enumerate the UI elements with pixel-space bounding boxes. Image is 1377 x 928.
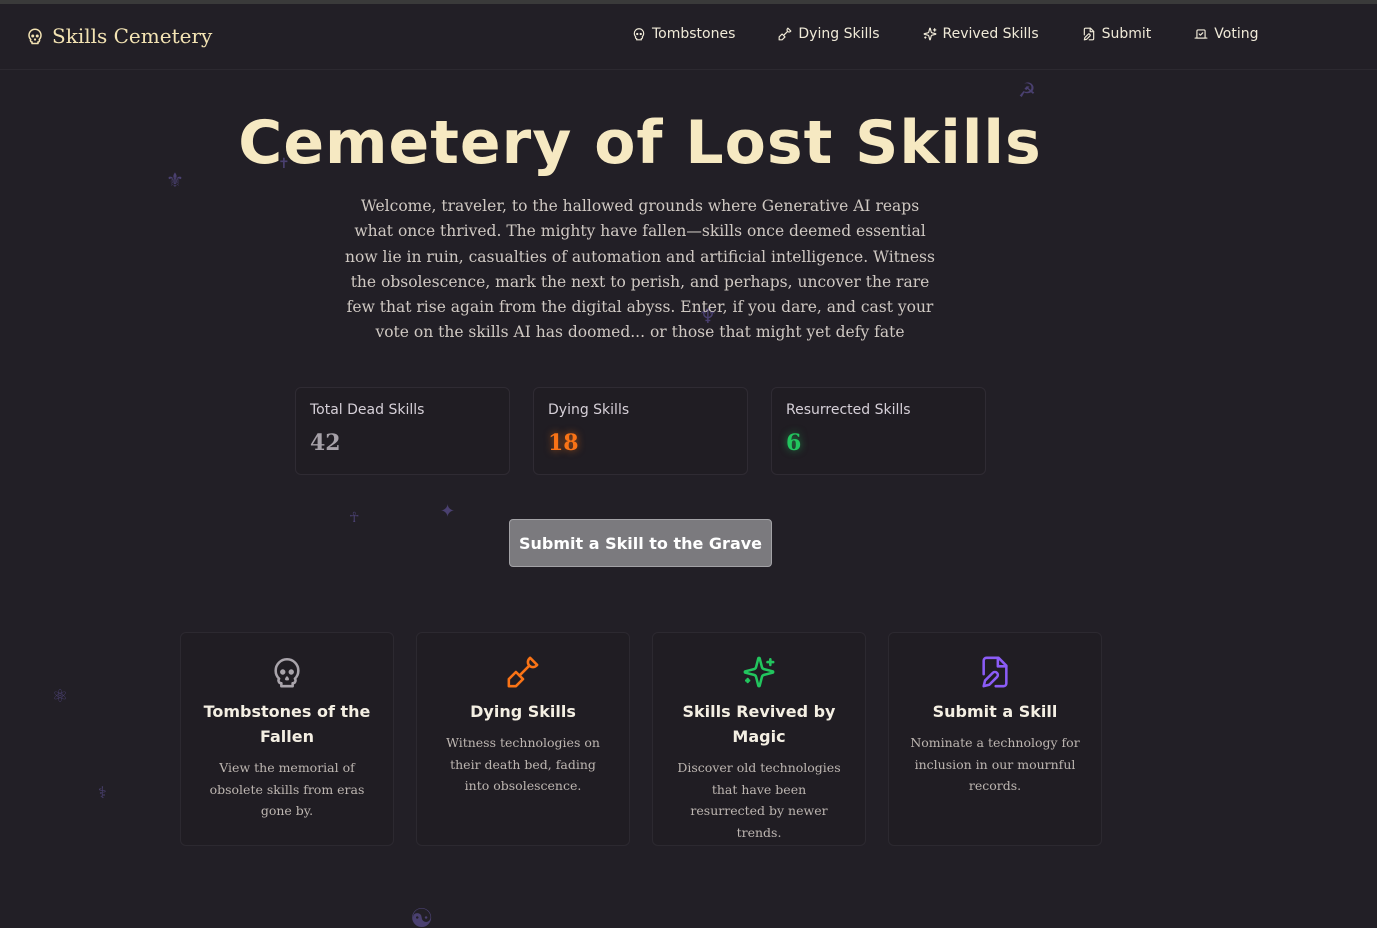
feature-title: Dying Skills (470, 702, 576, 721)
stat-label: Total Dead Skills (310, 402, 425, 418)
feature-desc: Witness technologies on their death bed,… (446, 735, 600, 793)
nav-label: Tombstones (652, 26, 736, 42)
ballot-icon (1194, 29, 1208, 39)
feature-card-dying-skills[interactable]: Dying Skills Witness technologies on the… (416, 632, 630, 846)
nav-item-tombstones[interactable]: Tombstones (632, 26, 735, 42)
stat-value: 42 (310, 430, 341, 456)
stat-card-resurrected: Resurrected Skills 6 (771, 387, 986, 475)
feature-desc: Nominate a technology for inclusion in o… (910, 735, 1080, 793)
skull-icon (274, 657, 300, 688)
feature-card-tombstones[interactable]: Tombstones of the Fallen View the memori… (180, 632, 394, 846)
feature-cards: Tombstones of the Fallen View the memori… (180, 632, 1102, 846)
hammer-sickle-icon: ☭ (1018, 78, 1036, 102)
stats-row: Total Dead Skills 42 Dying Skills 18 Res… (295, 387, 986, 475)
file-edit-icon (982, 656, 1008, 688)
shovel-icon (507, 656, 539, 688)
nav-label: Revived Skills (942, 26, 1039, 42)
nav-item-voting[interactable]: Voting (1194, 26, 1259, 42)
nav-label: Voting (1214, 26, 1259, 42)
sparkles-icon (743, 656, 775, 688)
feature-card-submit[interactable]: Submit a Skill Nominate a technology for… (888, 632, 1102, 846)
ankh-icon: ☥ (349, 510, 360, 526)
nav-item-dying-skills[interactable]: Dying Skills (778, 26, 880, 42)
nav-label: Submit (1101, 26, 1152, 42)
stat-card-total-dead: Total Dead Skills 42 (295, 387, 510, 475)
four-point-star-icon: ✦ (440, 501, 456, 522)
brand-logo[interactable]: Skills Cemetery (26, 24, 212, 48)
nav-label: Dying Skills (798, 26, 880, 42)
shovel-icon (778, 27, 792, 41)
intro-text: Welcome, traveler, to the hallowed groun… (345, 197, 935, 342)
main-nav: Tombstones Dying Skills Revived Skills S… (632, 26, 1302, 42)
feature-desc: View the memorial of obsolete skills fro… (209, 760, 365, 818)
stat-value: 18 (548, 430, 579, 456)
yin-yang-icon: ☯ (410, 904, 434, 928)
atom-icon: ⚛ (52, 686, 69, 707)
nav-item-submit[interactable]: Submit (1082, 26, 1152, 42)
stat-card-dying: Dying Skills 18 (533, 387, 748, 475)
feature-title: Submit a Skill (932, 702, 1058, 721)
feature-title: Skills Revived by Magic (682, 702, 836, 746)
feature-title: Tombstones of the Fallen (203, 702, 371, 746)
stat-value: 6 (786, 430, 802, 456)
skull-icon (28, 28, 42, 45)
page-title: Cemetery of Lost Skills (238, 108, 1042, 178)
sparkles-icon (923, 27, 936, 41)
feature-desc: Discover old technologies that have been… (677, 760, 841, 840)
skull-icon (633, 28, 645, 41)
caduceus-icon: ⚕ (98, 783, 107, 802)
file-edit-icon (1083, 27, 1094, 41)
stat-label: Dying Skills (548, 402, 630, 418)
submit-skill-button[interactable]: Submit a Skill to the Grave (509, 519, 772, 567)
feature-card-revived-skills[interactable]: Skills Revived by Magic Discover old tec… (652, 632, 866, 846)
nav-item-revived-skills[interactable]: Revived Skills (923, 26, 1039, 42)
site-header: Skills Cemetery Tombstones Dying Skills … (0, 4, 1377, 70)
stat-label: Resurrected Skills (786, 402, 911, 418)
brand-name: Skills Cemetery (52, 24, 213, 48)
